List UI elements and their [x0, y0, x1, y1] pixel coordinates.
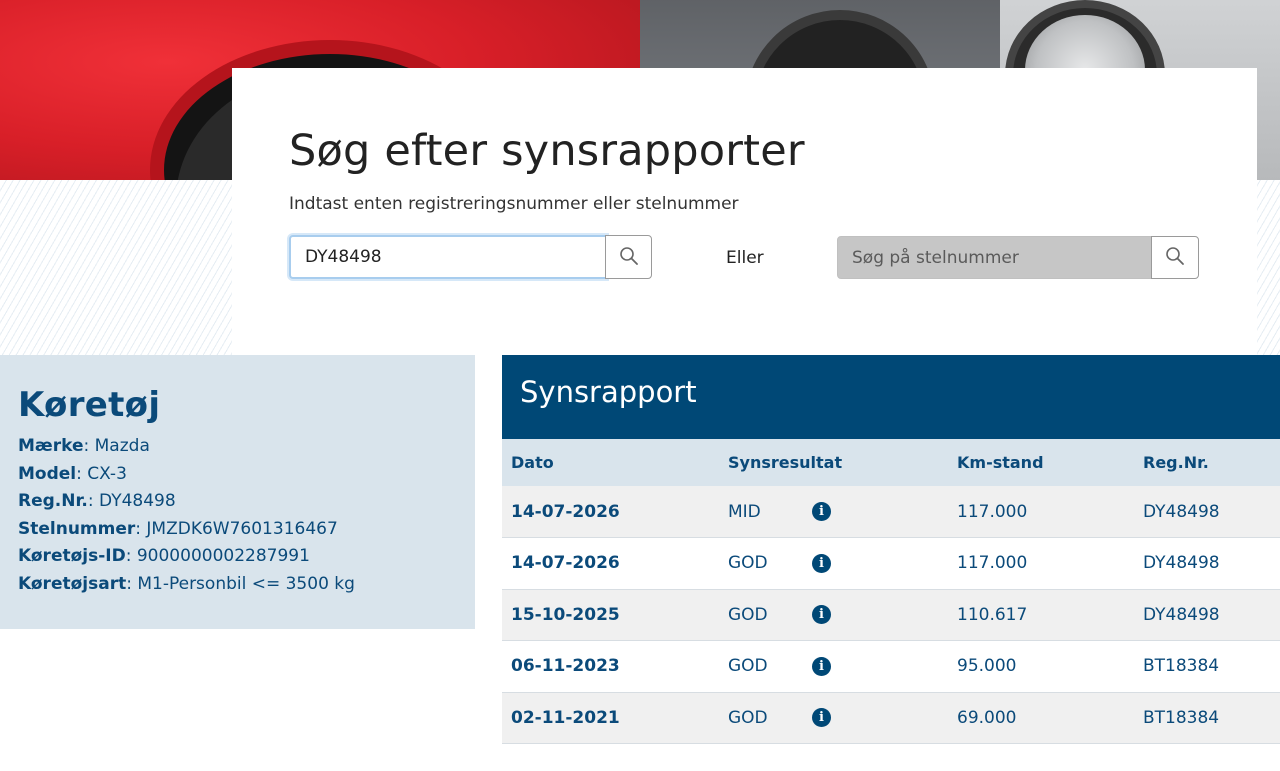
table-row[interactable]: 06-11-2023 GOD i 95.000 BT18384: [502, 640, 1280, 693]
registration-search-button[interactable]: [605, 235, 652, 279]
field-label: Model: [18, 463, 77, 484]
info-icon[interactable]: i: [812, 708, 831, 728]
cell-reg: BT18384: [1134, 692, 1280, 744]
result-value: MID: [728, 501, 761, 522]
vin-search-button[interactable]: [1151, 236, 1199, 279]
cell-result: GOD i: [719, 640, 948, 693]
vehicle-panel: Køretøj Mærke: Mazda Model: CX-3 Reg.Nr.…: [0, 355, 475, 629]
cell-date[interactable]: 14-07-2026: [502, 537, 719, 590]
cell-km: 110.617: [948, 589, 1134, 641]
field-value: CX-3: [87, 463, 127, 484]
cell-result: GOD i: [719, 537, 948, 590]
result-value: GOD: [728, 604, 768, 625]
cell-result: MID i: [719, 486, 948, 538]
cell-result: GOD i: [719, 589, 948, 641]
column-header-reg: Reg.Nr.: [1134, 439, 1280, 486]
page-title: Søg efter synsrapporter: [289, 126, 805, 176]
result-value: GOD: [728, 707, 768, 728]
table-row[interactable]: 14-07-2026 GOD i 117.000 DY48498: [502, 537, 1280, 590]
or-label: Eller: [726, 248, 764, 268]
vehicle-field-reg: Reg.Nr.: DY48498: [18, 491, 176, 511]
info-icon[interactable]: i: [812, 656, 831, 676]
column-header-km: Km-stand: [948, 439, 1134, 486]
vehicle-field-id: Køretøjs-ID: 9000000002287991: [18, 546, 310, 566]
cell-reg: DY48498: [1134, 589, 1280, 641]
cell-km: 117.000: [948, 486, 1134, 538]
cell-km: 117.000: [948, 537, 1134, 590]
search-icon: [619, 246, 639, 269]
vehicle-title: Køretøj: [18, 385, 161, 425]
result-value: GOD: [728, 553, 768, 574]
cell-reg: DY48498: [1134, 537, 1280, 590]
report-table: Dato Synsresultat Km-stand Reg.Nr. 14-07…: [502, 439, 1280, 744]
vehicle-field-type: Køretøjsart: M1-Personbil <= 3500 kg: [18, 573, 355, 594]
table-header-row: Dato Synsresultat Km-stand Reg.Nr.: [502, 439, 1280, 486]
cell-date[interactable]: 15-10-2025: [502, 589, 719, 641]
table-row[interactable]: 14-07-2026 MID i 117.000 DY48498: [502, 486, 1280, 538]
field-label: Køretøjsart: [18, 573, 127, 594]
info-icon[interactable]: i: [812, 553, 831, 573]
cell-km: 95.000: [948, 640, 1134, 693]
vehicle-field-model: Model: CX-3: [18, 463, 127, 484]
field-value: 9000000002287991: [136, 546, 310, 566]
info-icon[interactable]: i: [812, 605, 831, 625]
field-value: Mazda: [94, 436, 150, 456]
field-label: Stelnummer: [18, 518, 136, 539]
info-icon[interactable]: i: [812, 502, 831, 521]
field-value: JMZDK6W7601316467: [146, 518, 338, 539]
vehicle-field-vin: Stelnummer: JMZDK6W7601316467: [18, 518, 338, 539]
table-row[interactable]: 02-11-2021 GOD i 69.000 BT18384: [502, 692, 1280, 744]
cell-km: 69.000: [948, 692, 1134, 744]
field-label: Køretøjs-ID: [18, 546, 126, 566]
cell-reg: DY48498: [1134, 486, 1280, 538]
report-title: Synsrapport: [502, 355, 1280, 439]
cell-date[interactable]: 14-07-2026: [502, 486, 719, 538]
cell-date[interactable]: 02-11-2021: [502, 692, 719, 744]
search-subtitle: Indtast enten registreringsnummer eller …: [289, 194, 739, 214]
field-label: Mærke: [18, 436, 84, 456]
search-icon: [1165, 246, 1185, 269]
vin-search-input[interactable]: [837, 236, 1152, 279]
vehicle-field-make: Mærke: Mazda: [18, 436, 150, 456]
registration-search-input[interactable]: [289, 235, 607, 279]
field-value: DY48498: [99, 491, 176, 511]
table-row[interactable]: 15-10-2025 GOD i 110.617 DY48498: [502, 589, 1280, 641]
result-value: GOD: [728, 656, 768, 677]
cell-result: GOD i: [719, 692, 948, 744]
cell-reg: BT18384: [1134, 640, 1280, 693]
column-header-date: Dato: [502, 439, 719, 486]
cell-date[interactable]: 06-11-2023: [502, 640, 719, 693]
field-label: Reg.Nr.: [18, 491, 88, 511]
column-header-result: Synsresultat: [719, 439, 948, 486]
search-card: Søg efter synsrapporter Indtast enten re…: [232, 68, 1257, 355]
field-value: M1-Personbil <= 3500 kg: [137, 573, 355, 594]
report-panel: Synsrapport Dato Synsresultat Km-stand R…: [502, 355, 1280, 744]
